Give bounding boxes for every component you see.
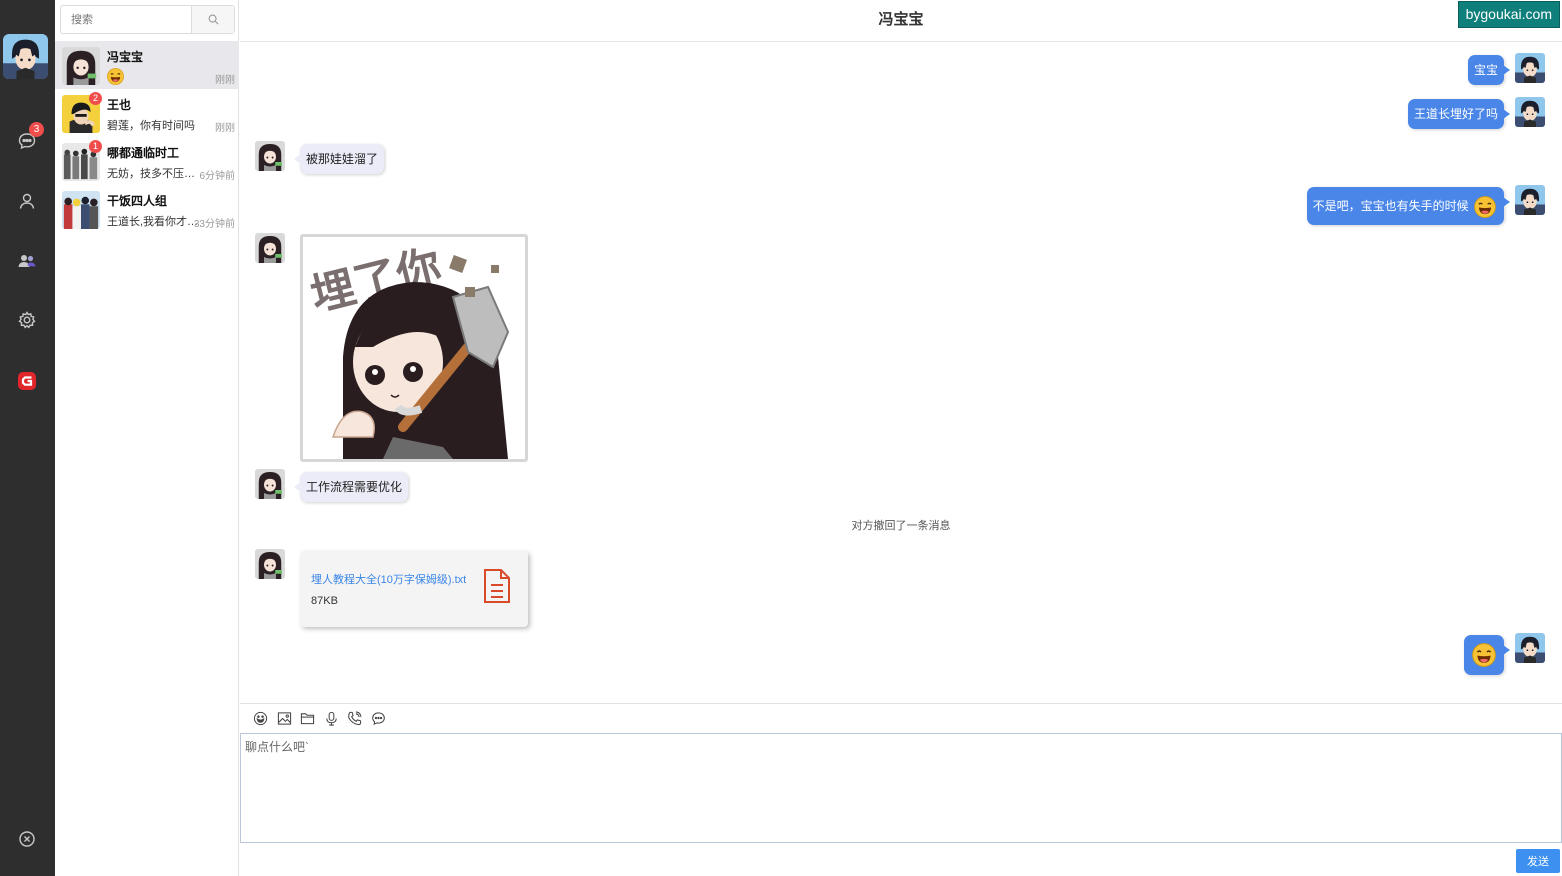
g-logo-icon <box>18 372 36 390</box>
sticker-image[interactable]: 埋了你 <box>300 234 528 462</box>
nav-groups[interactable] <box>14 248 40 274</box>
unread-badge: 3 <box>29 122 44 137</box>
microphone-icon <box>326 711 337 726</box>
nav-exit[interactable] <box>14 826 40 852</box>
laugh-emoji-icon <box>1472 643 1496 667</box>
message-avatar <box>1515 185 1545 215</box>
message-outgoing-emoji <box>240 633 1562 677</box>
chat-panel: 冯宝宝 bygoukai.com 宝宝 王道长埋好了吗 被那娃娃溜了 不是吧，宝… <box>240 0 1562 876</box>
search-icon <box>208 14 218 25</box>
call-button[interactable] <box>343 709 367 729</box>
message-input[interactable] <box>241 734 1561 842</box>
message-avatar <box>255 469 285 499</box>
contact-list: 冯宝宝 刚刚 2 王也 碧莲，你有时间吗 刚刚 1 哪都通临时工 无妨，技多不压… <box>55 41 239 233</box>
emoji-button[interactable] <box>249 709 273 729</box>
message-bubble[interactable] <box>1464 635 1510 675</box>
message-avatar <box>1515 97 1545 127</box>
contact-item-wang-ye[interactable]: 2 王也 碧莲，你有时间吗 刚刚 <box>55 89 239 137</box>
message-input-area <box>240 733 1562 843</box>
contact-unread-badge: 2 <box>89 92 102 105</box>
image-button[interactable] <box>273 709 297 729</box>
file-name[interactable]: 埋人教程大全(10万字保姆级).txt <box>311 571 466 587</box>
contact-name: 王也 <box>107 98 132 112</box>
message-bubble[interactable]: 工作流程需要优化 <box>293 472 409 502</box>
contact-item-nadoutong[interactable]: 1 哪都通临时工 无妨，技多不压身嘛 6分钟前 <box>55 137 239 185</box>
laugh-emoji-icon <box>1474 196 1496 218</box>
contact-item-ganfan-group[interactable]: 干饭四人组 王道长,我看你才… 33分钟前 <box>55 185 239 233</box>
watermark: bygoukai.com <box>1457 1 1560 28</box>
contact-time: 6分钟前 <box>199 171 235 182</box>
message-incoming: 被那娃娃溜了 <box>240 141 1562 177</box>
contact-last-message <box>107 68 124 88</box>
chat-title: 冯宝宝 <box>240 0 1562 42</box>
gear-icon <box>18 311 36 329</box>
nav-settings[interactable] <box>14 307 40 333</box>
message-bubble[interactable]: 王道长埋好了吗 <box>1407 99 1511 129</box>
recall-notice: 对方撤回了一条消息 <box>851 520 951 532</box>
composer-toolbar <box>240 703 1562 733</box>
contact-item-feng-baobao[interactable]: 冯宝宝 刚刚 <box>55 41 239 89</box>
contact-time: 刚刚 <box>215 75 235 86</box>
message-avatar <box>1515 53 1545 83</box>
contact-time: 刚刚 <box>215 123 235 134</box>
search-button[interactable] <box>191 6 234 33</box>
contact-name: 冯宝宝 <box>107 50 144 64</box>
folder-icon <box>301 713 315 725</box>
message-avatar <box>1515 633 1545 663</box>
nav-app-logo[interactable] <box>14 368 40 394</box>
contact-last-message: 王道长,我看你才… <box>107 216 199 228</box>
search-box <box>60 5 235 34</box>
message-text: 不是吧，宝宝也有失手的时候 <box>1312 199 1469 213</box>
file-button[interactable] <box>296 709 320 729</box>
message-bubble[interactable]: 被那娃娃溜了 <box>293 144 385 174</box>
chat-history-button[interactable] <box>367 709 391 729</box>
contact-name: 干饭四人组 <box>107 194 168 208</box>
voice-button[interactable] <box>320 709 344 729</box>
message-outgoing: 王道长埋好了吗 <box>240 97 1562 129</box>
message-bubble[interactable]: 不是吧，宝宝也有失手的时候 <box>1306 187 1511 225</box>
image-icon <box>277 712 291 725</box>
file-size: 87KB <box>311 595 338 607</box>
message-avatar <box>255 141 285 171</box>
smile-icon <box>254 711 268 726</box>
contact-unread-badge: 1 <box>89 140 102 153</box>
message-incoming: 工作流程需要优化 <box>240 469 1562 505</box>
send-button[interactable]: 发送 <box>1516 849 1560 873</box>
message-avatar <box>255 549 285 579</box>
phone-icon <box>348 711 362 726</box>
my-avatar[interactable] <box>3 34 48 79</box>
message-avatar <box>255 233 285 263</box>
user-icon <box>19 193 35 209</box>
contact-name: 哪都通临时工 <box>107 146 180 160</box>
document-icon <box>484 569 510 603</box>
message-outgoing: 宝宝 <box>240 53 1562 85</box>
nav-contacts[interactable] <box>14 188 40 214</box>
file-attachment[interactable]: 埋人教程大全(10万字保姆级).txt 87KB <box>300 551 528 627</box>
left-rail: 3 <box>0 0 55 876</box>
chat-bubble-icon <box>371 712 385 725</box>
contact-time: 33分钟前 <box>193 219 235 230</box>
search-input[interactable] <box>61 6 191 33</box>
laugh-emoji-icon <box>107 68 124 85</box>
contact-avatar <box>62 47 100 85</box>
message-list: 宝宝 王道长埋好了吗 被那娃娃溜了 不是吧，宝宝也有失手的时候 埋了你 工作流程… <box>240 43 1562 703</box>
group-icon <box>18 255 36 267</box>
contact-last-message: 碧莲，你有时间吗 <box>107 120 195 132</box>
message-bubble[interactable]: 宝宝 <box>1467 55 1511 85</box>
contact-last-message: 无妨，技多不压身嘛 <box>107 168 199 180</box>
contact-avatar <box>62 191 100 229</box>
contact-panel: 冯宝宝 刚刚 2 王也 碧莲，你有时间吗 刚刚 1 哪都通临时工 无妨，技多不压… <box>55 0 239 876</box>
message-outgoing: 不是吧，宝宝也有失手的时候 <box>240 185 1562 227</box>
close-circle-icon <box>19 831 35 847</box>
nav-messages[interactable]: 3 <box>14 122 44 154</box>
